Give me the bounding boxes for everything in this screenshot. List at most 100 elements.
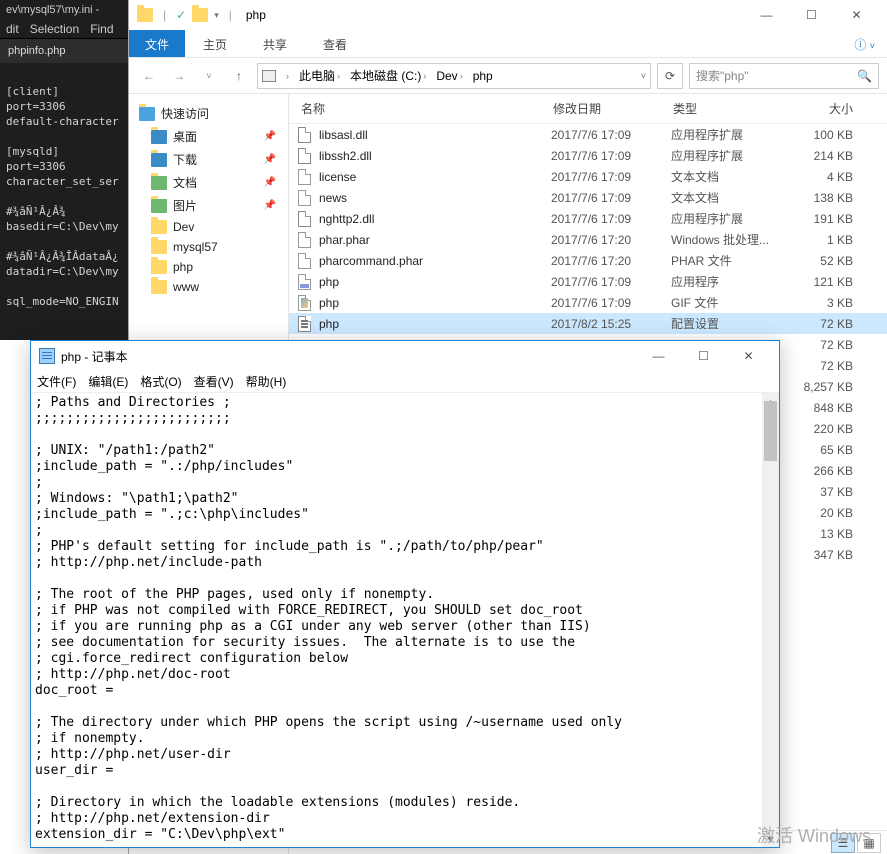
qat-dropdown-icon[interactable]: ▾ [214, 10, 219, 21]
breadcrumb[interactable]: php [469, 69, 497, 83]
folder-icon [137, 8, 153, 22]
notepad-content[interactable]: ; Paths and Directories ; ;;;;;;;;;;;;;;… [31, 393, 779, 845]
pin-icon: 📌 [264, 131, 276, 142]
close-button[interactable]: ✕ [726, 342, 771, 370]
file-icon [298, 169, 311, 185]
maximize-button[interactable]: ☐ [681, 342, 726, 370]
folder-icon [151, 176, 167, 190]
editor-menu-edit[interactable]: dit [6, 22, 19, 36]
ribbon-home-tab[interactable]: 主页 [185, 30, 245, 57]
sidebar-item[interactable]: www [133, 277, 284, 297]
sidebar-item[interactable]: 图片📌 [133, 194, 284, 217]
star-icon [139, 107, 155, 121]
minimize-button[interactable]: — [744, 1, 789, 29]
pin-icon: 📌 [264, 200, 276, 211]
search-placeholder: 搜索"php" [696, 67, 749, 84]
qat-save-icon[interactable]: ✓ [176, 8, 186, 22]
col-date[interactable]: 修改日期 [553, 100, 673, 117]
scroll-down-icon[interactable]: ▾ [762, 830, 779, 847]
table-row[interactable]: php2017/7/6 17:09GIF 文件3 KB [289, 292, 887, 313]
ribbon-share-tab[interactable]: 共享 [245, 30, 305, 57]
table-row[interactable]: pharcommand.phar2017/7/6 17:20PHAR 文件52 … [289, 250, 887, 271]
notepad-window: php - 记事本 — ☐ ✕ 文件(F) 编辑(E) 格式(O) 查看(V) … [30, 340, 780, 848]
ribbon: 文件 主页 共享 查看 ⓘ ˅ [129, 30, 887, 58]
folder-icon [151, 280, 167, 294]
breadcrumb: › [280, 71, 293, 81]
table-row[interactable]: license2017/7/6 17:09文本文档4 KB [289, 166, 887, 187]
folder-icon [151, 260, 167, 274]
back-button[interactable]: ← [137, 64, 161, 88]
explorer-titlebar[interactable]: | ✓ ▾ | php — ☐ ✕ [129, 0, 887, 30]
maximize-button[interactable]: ☐ [789, 1, 834, 29]
menu-edit[interactable]: 编辑(E) [88, 373, 128, 390]
col-size[interactable]: 大小 [795, 100, 881, 117]
notepad-menubar[interactable]: 文件(F) 编辑(E) 格式(O) 查看(V) 帮助(H) [31, 371, 779, 393]
file-icon [298, 232, 311, 248]
notepad-icon [39, 348, 55, 364]
sidebar-item[interactable]: Dev [133, 217, 284, 237]
column-headers[interactable]: 名称 修改日期 类型 大小 [289, 94, 887, 124]
window-title: php [246, 8, 266, 22]
file-icon [298, 316, 311, 332]
table-row[interactable]: php2017/8/2 15:25配置设置72 KB [289, 313, 887, 334]
file-icon [298, 274, 311, 290]
col-type[interactable]: 类型 [673, 100, 795, 117]
details-view-button[interactable]: ☰ [831, 833, 855, 853]
minimize-button[interactable]: — [636, 342, 681, 370]
ribbon-file-tab[interactable]: 文件 [129, 30, 185, 57]
col-name[interactable]: 名称 [295, 100, 553, 117]
scroll-thumb[interactable] [764, 401, 777, 461]
folder-icon [151, 130, 167, 144]
up-button[interactable]: ↑ [227, 64, 251, 88]
forward-button[interactable]: → [167, 64, 191, 88]
address-bar[interactable]: › 此电脑› 本地磁盘 (C:)› Dev› php ˅ [257, 63, 651, 89]
sidebar-item[interactable]: php [133, 257, 284, 277]
breadcrumb[interactable]: 此电脑› [295, 67, 344, 84]
menu-help[interactable]: 帮助(H) [246, 373, 287, 390]
editor-tab[interactable]: phpinfo.php [0, 38, 128, 63]
notepad-titlebar[interactable]: php - 记事本 — ☐ ✕ [31, 341, 779, 371]
refresh-button[interactable]: ⟳ [657, 63, 683, 89]
menu-format[interactable]: 格式(O) [140, 373, 181, 390]
file-icon [298, 211, 311, 227]
scrollbar[interactable]: ▴ ▾ [762, 393, 779, 847]
file-icon [298, 253, 311, 269]
ribbon-help-icon[interactable]: ⓘ ˅ [842, 30, 887, 57]
folder-icon [151, 220, 167, 234]
table-row[interactable]: news2017/7/6 17:09文本文档138 KB [289, 187, 887, 208]
menu-file[interactable]: 文件(F) [37, 373, 76, 390]
editor-menubar[interactable]: dit Selection Find [0, 20, 128, 38]
editor-content[interactable]: [client] port=3306 default-character [my… [0, 63, 128, 315]
editor-menu-find[interactable]: Find [90, 22, 113, 36]
sidebar-quick-access[interactable]: 快速访问 [133, 102, 284, 125]
folder-icon [192, 8, 208, 22]
code-editor-window: ev\mysql57\my.ini - dit Selection Find p… [0, 0, 128, 340]
pin-icon: 📌 [264, 154, 276, 165]
sidebar-item[interactable]: 桌面📌 [133, 125, 284, 148]
search-input[interactable]: 搜索"php" 🔍 [689, 63, 879, 89]
table-row[interactable]: libsasl.dll2017/7/6 17:09应用程序扩展100 KB [289, 124, 887, 145]
notepad-text-area[interactable]: ; Paths and Directories ; ;;;;;;;;;;;;;;… [31, 393, 779, 847]
recent-dropdown-icon[interactable]: ˅ [197, 64, 221, 88]
breadcrumb[interactable]: Dev› [432, 69, 466, 83]
table-row[interactable]: nghttp2.dll2017/7/6 17:09应用程序扩展191 KB [289, 208, 887, 229]
folder-icon [151, 240, 167, 254]
breadcrumb[interactable]: 本地磁盘 (C:)› [346, 67, 430, 84]
address-dropdown-icon[interactable]: ˅ [641, 71, 646, 81]
sidebar-item[interactable]: mysql57 [133, 237, 284, 257]
table-row[interactable]: phar.phar2017/7/6 17:20Windows 批处理...1 K… [289, 229, 887, 250]
table-row[interactable]: libssh2.dll2017/7/6 17:09应用程序扩展214 KB [289, 145, 887, 166]
editor-title: ev\mysql57\my.ini - [0, 0, 128, 20]
editor-menu-selection[interactable]: Selection [30, 22, 79, 36]
ribbon-view-tab[interactable]: 查看 [305, 30, 365, 57]
folder-icon [151, 199, 167, 213]
search-icon[interactable]: 🔍 [857, 69, 872, 83]
sidebar-item[interactable]: 文档📌 [133, 171, 284, 194]
pin-icon: 📌 [264, 177, 276, 188]
close-button[interactable]: ✕ [834, 1, 879, 29]
table-row[interactable]: php2017/7/6 17:09应用程序121 KB [289, 271, 887, 292]
sidebar-item[interactable]: 下载📌 [133, 148, 284, 171]
file-icon [298, 148, 311, 164]
icons-view-button[interactable]: ▦ [857, 833, 881, 853]
menu-view[interactable]: 查看(V) [194, 373, 234, 390]
